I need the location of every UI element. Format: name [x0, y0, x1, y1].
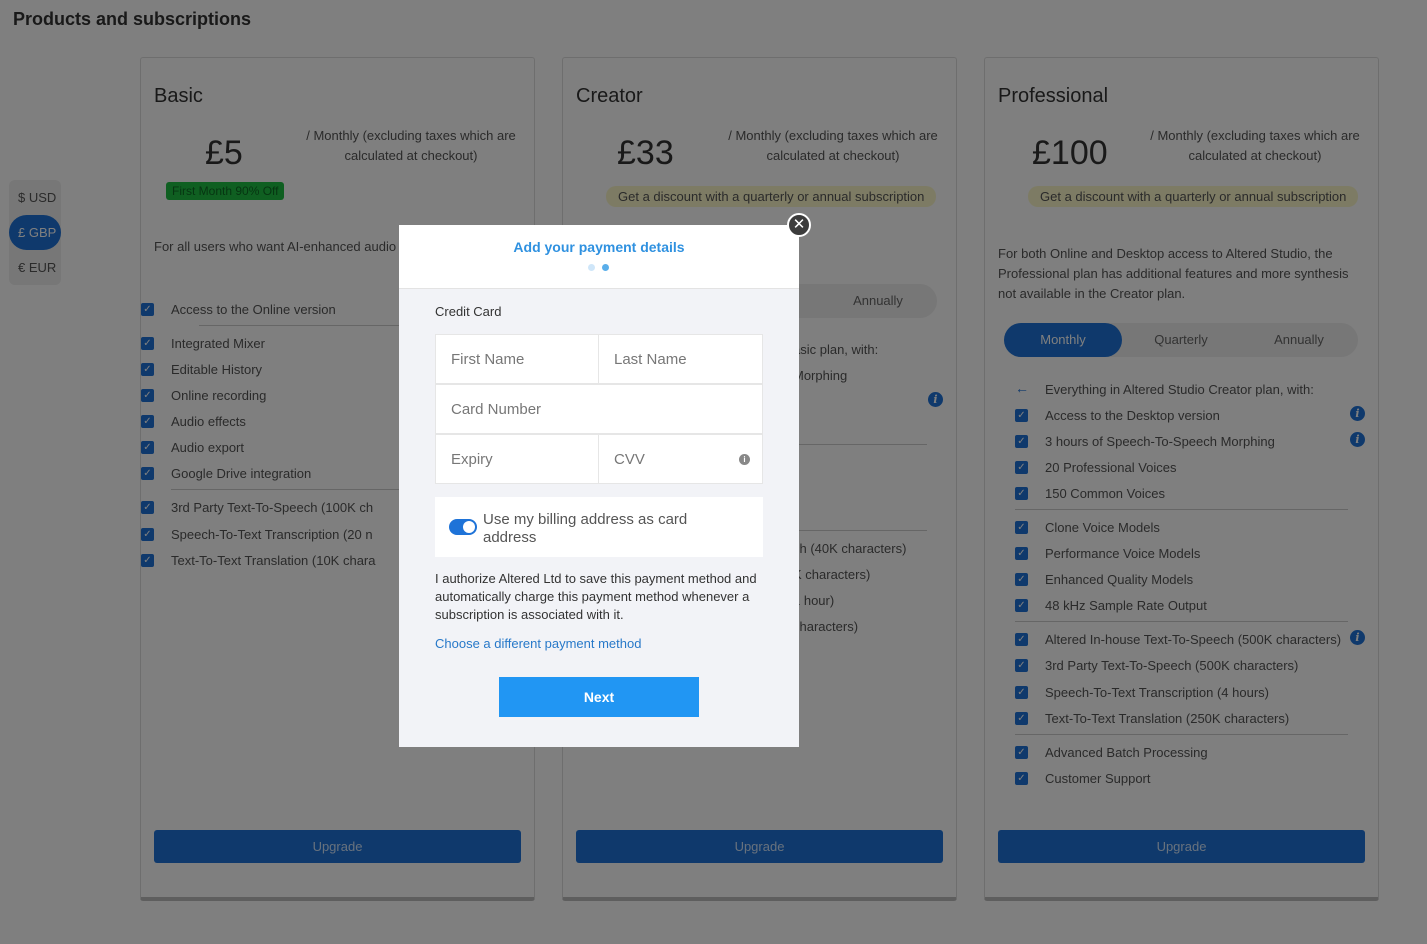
info-icon[interactable]: i [739, 454, 750, 465]
credit-card-label: Credit Card [435, 304, 502, 319]
cvv-placeholder: CVV [614, 451, 645, 468]
billing-address-label: Use my billing address as card address [483, 511, 688, 546]
billing-address-toggle[interactable] [449, 519, 477, 535]
alt-payment-link[interactable]: Choose a different payment method [435, 636, 641, 651]
last-name-field[interactable]: Last Name [598, 334, 763, 384]
card-number-field[interactable]: Card Number [435, 384, 763, 434]
next-button[interactable]: Next [499, 677, 699, 717]
payment-modal: Add your payment details Credit Card Fir… [399, 225, 799, 747]
authorization-text: I authorize Altered Ltd to save this pay… [435, 571, 757, 622]
expiry-field[interactable]: Expiry [435, 434, 599, 484]
cvv-field[interactable]: CVV i [598, 434, 763, 484]
toggle-knob [463, 521, 475, 533]
modal-title: Add your payment details [513, 239, 685, 255]
step-dot [588, 264, 595, 271]
close-icon[interactable]: ✕ [787, 213, 811, 237]
first-name-field[interactable]: First Name [435, 334, 599, 384]
billing-address-option: Use my billing address as card address [435, 497, 763, 557]
modal-header: Add your payment details [399, 225, 799, 289]
step-dot-active [602, 264, 609, 271]
